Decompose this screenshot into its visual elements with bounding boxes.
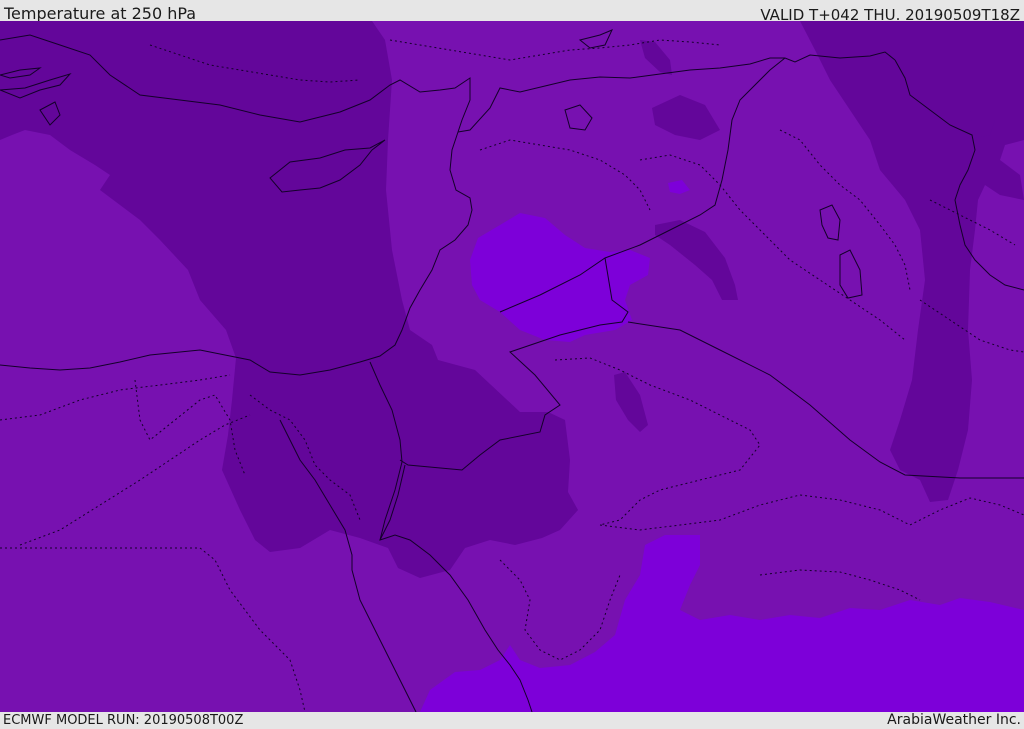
admin-line-syria-1 [479,139,651,211]
cyprus-coastline [269,139,386,193]
footer-bar: ECMWF MODEL RUN: 20190508T00Z ArabiaWeat… [0,712,1024,729]
admin-line-egypt-3 [0,547,306,712]
aegean-islands [0,67,72,126]
iran-border [894,59,1024,291]
caspian-lake-shape [564,29,863,299]
sinai-redsea-coastline [369,361,533,712]
gulf-of-aqaba [379,464,406,541]
syria-iraq-border [499,57,786,313]
admin-line-iran-2 [929,199,1016,246]
admin-line-egypt-4 [134,379,246,476]
admin-line-egypt-2 [19,414,251,546]
admin-line-saudi-4 [759,569,921,601]
levant-coastline [0,131,473,376]
map-figure: Temperature at 250 hPa VALID T+042 THU. … [0,0,1024,729]
turkey-syria-border [457,51,896,133]
admin-line-iraq-2 [779,129,911,291]
model-run-label: ECMWF MODEL RUN: 20190508T00Z [3,713,244,728]
credit-label: ArabiaWeather Inc. [887,712,1021,728]
jordan-saudi-border [399,257,629,471]
admin-line-iran-1 [919,299,1024,353]
turkey-coastline [0,34,471,133]
admin-line-turkey-1 [389,39,721,61]
temperature-map [0,21,1024,712]
gulf-of-suez [279,419,417,712]
header-bar: Temperature at 250 hPa VALID T+042 THU. … [0,0,1024,24]
admin-line-saudi-2 [599,494,1024,531]
coastline-overlay [0,29,1024,712]
admin-line-saudi-1 [554,357,761,526]
admin-line-turkey-2 [149,44,361,83]
admin-line-egypt-1 [0,374,231,421]
admin-line-iraq-1 [639,154,906,341]
admin-line-saudi-3 [499,559,621,661]
saudi-iraq-border [627,321,1024,479]
admin-line-sinai [249,394,361,521]
